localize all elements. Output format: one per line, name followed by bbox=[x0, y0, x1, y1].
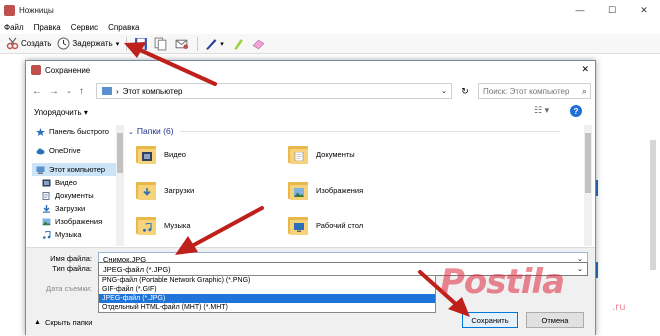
watermark: Postila bbox=[440, 262, 565, 302]
annotation-arrow-save bbox=[138, 48, 217, 86]
watermark-suffix: .ru bbox=[612, 302, 626, 313]
annotation-arrow-filetype bbox=[190, 206, 264, 248]
